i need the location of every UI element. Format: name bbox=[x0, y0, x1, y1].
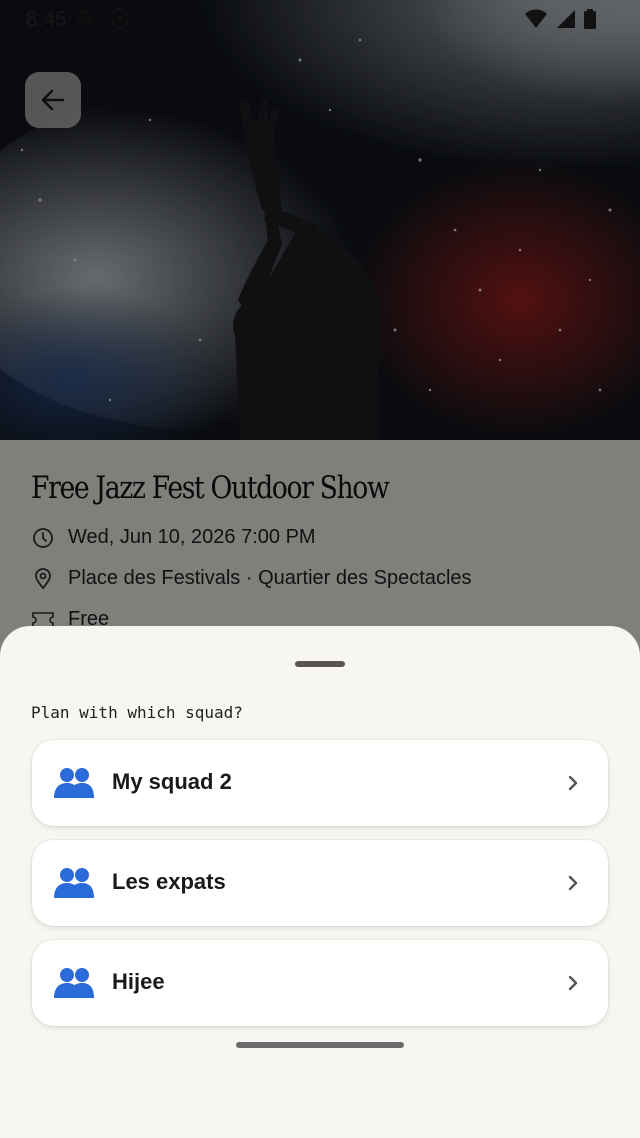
squad-option[interactable]: My squad 2 bbox=[32, 740, 608, 826]
squad-name: My squad 2 bbox=[112, 769, 232, 794]
squad-option[interactable]: Hijee bbox=[32, 940, 608, 1026]
squad-name: Hijee bbox=[112, 969, 165, 994]
people-icon bbox=[54, 968, 94, 998]
sheet-title: Plan with which squad? bbox=[31, 703, 243, 722]
squad-option[interactable]: Les expats bbox=[32, 840, 608, 926]
chevron-right-icon bbox=[568, 875, 578, 891]
people-icon bbox=[54, 768, 94, 798]
drag-handle[interactable] bbox=[295, 661, 345, 667]
chevron-right-icon bbox=[568, 975, 578, 991]
squad-picker-sheet: Plan with which squad? My squad 2 Les ex… bbox=[0, 626, 640, 1138]
chevron-right-icon bbox=[568, 775, 578, 791]
event-screen: 8:45 G Free Jazz Fest Outdoor Show Wed, … bbox=[0, 0, 640, 1138]
squad-name: Les expats bbox=[112, 869, 226, 894]
system-gesture-bar[interactable] bbox=[236, 1042, 404, 1048]
people-icon bbox=[54, 868, 94, 898]
